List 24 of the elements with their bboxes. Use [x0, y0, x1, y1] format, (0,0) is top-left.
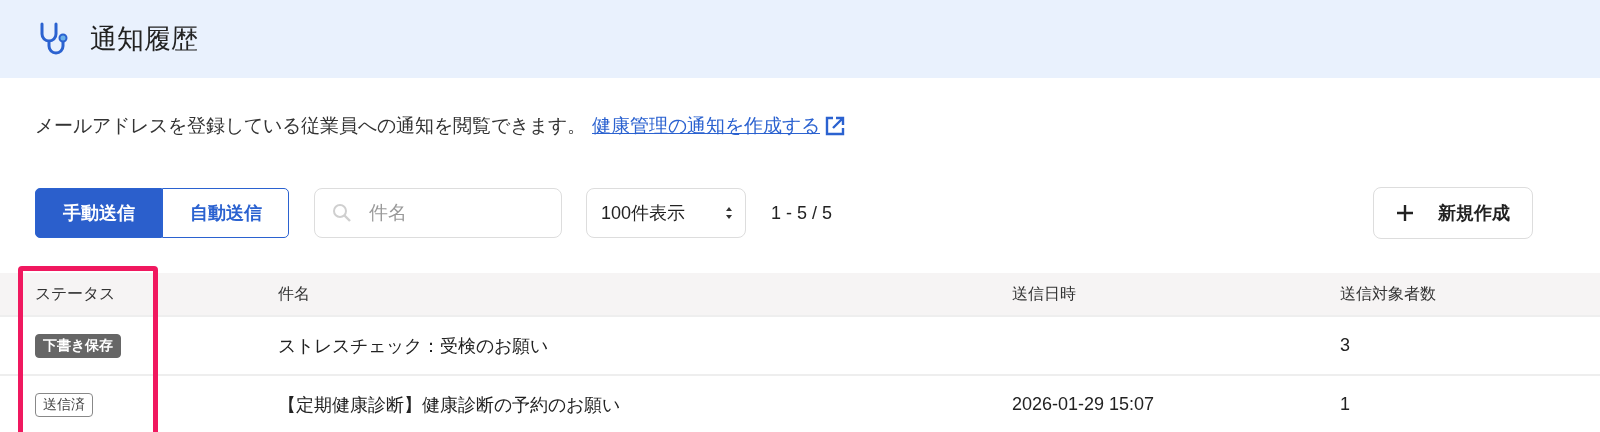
send-mode-tab[interactable]: 手動送信 — [35, 188, 162, 238]
table-cell: 3 — [1340, 335, 1350, 356]
page-title: 通知履歴 — [90, 23, 198, 56]
table-cell-text: ストレスチェック：受検のお願い — [278, 334, 548, 358]
sort-caret-icon — [725, 206, 733, 220]
search-field[interactable]: 件名 — [314, 188, 562, 238]
status-badge: 下書き保存 — [35, 333, 121, 358]
status-badge: 送信済 — [35, 392, 93, 417]
send-mode-tab[interactable]: 自動送信 — [162, 188, 289, 238]
result-range: 1 - 5 / 5 — [771, 202, 833, 224]
column-header: 送信対象者数 — [1340, 283, 1437, 304]
create-notice-link[interactable]: 健康管理の通知を作成する — [592, 113, 820, 139]
table-cell-text: 【定期健康診断】健康診断の予約のお願い — [278, 393, 620, 417]
column-header: ステータス — [34, 283, 116, 304]
stethoscope-icon — [38, 21, 70, 57]
table-cell: 2026-01-29 15:07 — [1012, 394, 1155, 415]
table-cell: 1 — [1340, 394, 1350, 415]
external-link-icon — [824, 115, 846, 137]
plus-icon — [1396, 204, 1414, 222]
page-size-select[interactable]: 100件表示 — [586, 188, 746, 238]
description-text: メールアドレスを登録している従業員への通知を閲覧できます。 — [35, 114, 586, 138]
column-header: 件名 — [278, 283, 311, 304]
column-header: 送信日時 — [1012, 283, 1077, 304]
new-button[interactable]: 新規作成 — [1373, 187, 1533, 239]
